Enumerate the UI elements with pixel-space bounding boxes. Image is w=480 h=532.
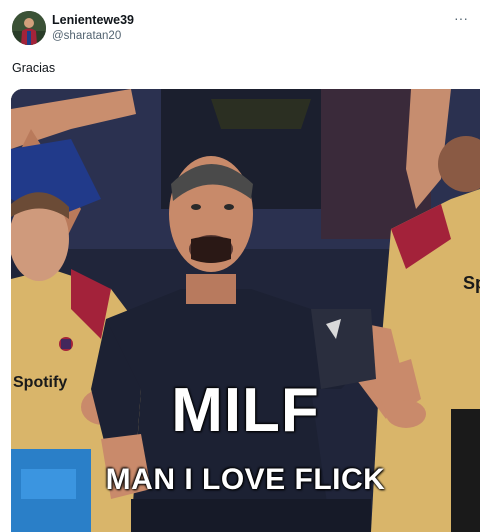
- tweet-text: Gracias: [12, 61, 56, 75]
- more-options-icon[interactable]: ···: [454, 11, 468, 25]
- author-names: Lenientewe39 @sharatan20: [52, 12, 134, 44]
- svg-text:Sp: Sp: [463, 273, 480, 293]
- tweet-media[interactable]: Sp: [11, 89, 480, 532]
- tweet-header: Lenientewe39 @sharatan20 ···: [12, 11, 470, 51]
- meme-caption-sub: MAN I LOVE FLICK: [105, 463, 386, 496]
- meme-caption-main: MILF: [171, 376, 320, 445]
- avatar[interactable]: [12, 11, 46, 45]
- tweet: Lenientewe39 @sharatan20 ··· Gracias S S…: [0, 0, 480, 532]
- username-handle[interactable]: @sharatan20: [52, 28, 134, 44]
- display-name[interactable]: Lenientewe39: [52, 12, 134, 28]
